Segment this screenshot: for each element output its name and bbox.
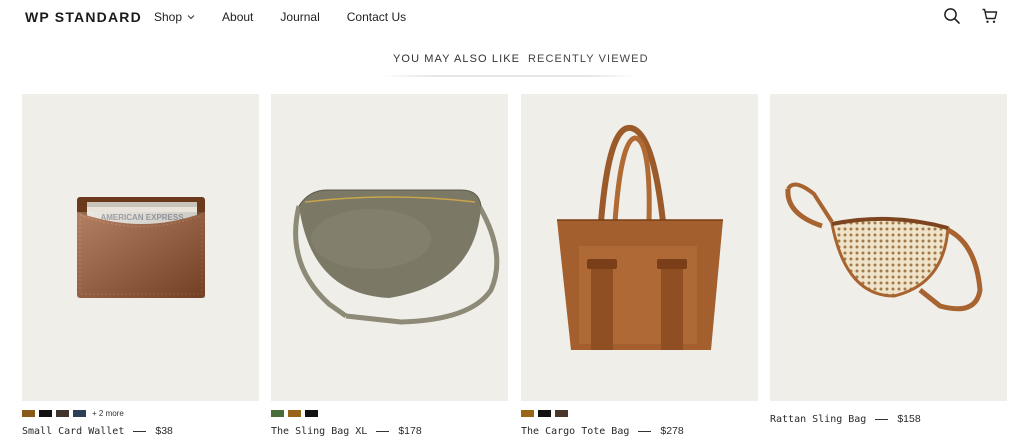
tab-recently-viewed[interactable]: RECENTLY VIEWED — [528, 53, 649, 65]
swatch-brown[interactable] — [22, 410, 35, 417]
product-image[interactable] — [271, 94, 508, 401]
divider — [133, 430, 147, 432]
swatch-black[interactable] — [305, 410, 318, 417]
nav-contact-label: Contact Us — [346, 10, 407, 24]
chevron-down-icon — [187, 15, 195, 20]
sling-bag-image — [293, 189, 500, 325]
divider — [875, 418, 889, 420]
product-name[interactable]: The Cargo Tote Bag — [521, 426, 629, 437]
tab-you-may-also-like[interactable]: YOU MAY ALSO LIKE — [393, 53, 520, 65]
site-header: WP STANDARD Shop About Journal Contact U… — [0, 0, 1024, 36]
tote-bag-image — [557, 124, 723, 350]
tab-underline — [382, 75, 638, 77]
product-price: $38 — [155, 425, 173, 437]
nav-contact[interactable]: Contact Us — [347, 10, 406, 24]
swatch-tan[interactable] — [288, 410, 301, 417]
divider — [376, 430, 390, 432]
more-colors-link[interactable]: + 2 more — [92, 409, 124, 418]
search-icon[interactable] — [943, 7, 961, 25]
product-name[interactable]: Rattan Sling Bag — [770, 414, 866, 425]
swatch-dark-brown[interactable] — [555, 410, 568, 417]
nav-about-label: About — [222, 10, 254, 24]
swatch-green[interactable] — [271, 410, 284, 417]
product-meta: The Cargo Tote Bag $278 — [521, 425, 684, 437]
product-price: $158 — [897, 413, 921, 425]
cart-icon[interactable] — [981, 7, 999, 25]
product-image[interactable] — [770, 94, 1007, 401]
main-nav: Shop About Journal Contact Us — [154, 10, 433, 24]
nav-shop-label: Shop — [154, 10, 183, 24]
color-swatches: + 2 more — [22, 409, 124, 418]
product-name[interactable]: Small Card Wallet — [22, 426, 124, 437]
site-logo[interactable]: WP STANDARD — [25, 9, 142, 25]
swatch-dark-brown[interactable] — [56, 410, 69, 417]
product-card[interactable]: The Cargo Tote Bag $278 — [521, 94, 758, 437]
product-meta: Small Card Wallet $38 — [22, 425, 173, 437]
nav-shop[interactable]: Shop — [154, 10, 195, 24]
swatch-tan[interactable] — [521, 410, 534, 417]
wallet-image: AMERICAN EXPRESS — [77, 197, 205, 298]
product-price: $278 — [660, 425, 684, 437]
product-price: $178 — [398, 425, 422, 437]
product-meta: Rattan Sling Bag $158 — [770, 413, 921, 425]
product-name[interactable]: The Sling Bag XL — [271, 426, 367, 437]
swatch-black[interactable] — [39, 410, 52, 417]
nav-journal-label: Journal — [280, 10, 320, 24]
swatch-navy[interactable] — [73, 410, 86, 417]
swatch-black[interactable] — [538, 410, 551, 417]
product-image[interactable]: AMERICAN EXPRESS — [22, 94, 259, 401]
product-meta: The Sling Bag XL $178 — [271, 425, 422, 437]
nav-journal[interactable]: Journal — [280, 10, 319, 24]
product-card[interactable]: AMERICAN EXPRESS + 2 more Small Card Wal… — [22, 94, 259, 437]
divider — [638, 430, 652, 432]
product-card[interactable]: The Sling Bag XL $178 — [271, 94, 508, 437]
product-tabs: YOU MAY ALSO LIKE RECENTLY VIEWED — [0, 53, 1024, 79]
color-swatches — [271, 409, 322, 418]
color-swatches — [521, 409, 572, 418]
product-card[interactable]: Rattan Sling Bag $158 — [770, 94, 1007, 425]
product-image[interactable] — [521, 94, 758, 401]
nav-about[interactable]: About — [222, 10, 253, 24]
rattan-bag-image — [785, 182, 983, 312]
